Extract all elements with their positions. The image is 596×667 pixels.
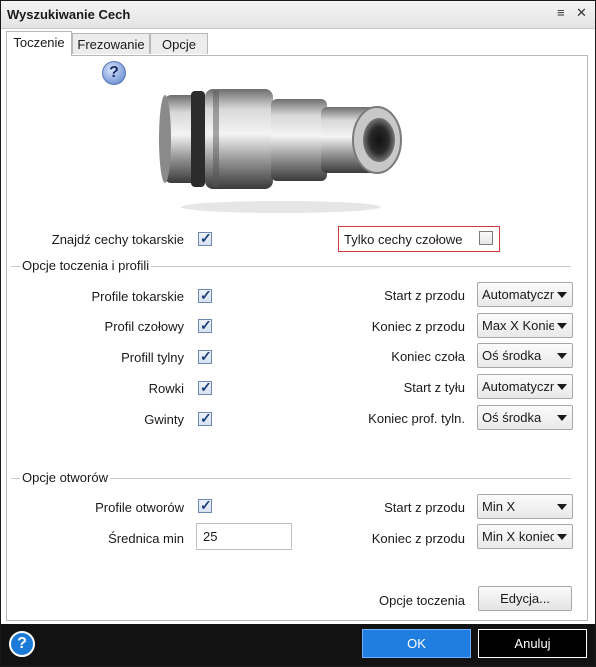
front-end-dropdown[interactable]: Max X Koniec (477, 313, 573, 338)
tab-frezowanie[interactable]: Frezowanie (72, 33, 150, 54)
back-start-value: Automatyczny (482, 379, 554, 394)
hole-end-label: Koniec z przodu (371, 531, 465, 546)
back-profile-label: Profill tylny (121, 350, 184, 365)
help-icon-footer[interactable]: ? (9, 631, 35, 657)
close-icon[interactable]: ✕ (576, 5, 587, 21)
help-icon[interactable]: ? (102, 61, 126, 85)
cancel-button[interactable]: Anuluj (478, 629, 587, 658)
face-end-dropdown[interactable]: Oś środka (477, 343, 573, 368)
dialog-title: Wyszukiwanie Cech (7, 7, 131, 22)
dialog-footer: ? OK Anuluj (1, 624, 595, 666)
find-turning-checkbox[interactable] (198, 230, 212, 247)
holes-group-title: Opcje otworów (20, 470, 110, 485)
tab-opcje[interactable]: Opcje (150, 33, 208, 54)
feature-search-dialog: Wyszukiwanie Cech ≡ ✕ Toczenie Frezowani… (0, 0, 596, 667)
turning-profiles-label: Profile tokarskie (91, 289, 184, 304)
hole-profiles-checkbox[interactable] (198, 497, 212, 514)
chevron-down-icon (557, 504, 567, 510)
face-only-checkbox[interactable] (479, 231, 493, 245)
face-profile-label: Profil czołowy (104, 319, 184, 334)
hole-end-value: Min X koniec (482, 529, 554, 544)
front-start-label: Start z przodu (384, 288, 465, 303)
edit-button[interactable]: Edycja... (478, 586, 572, 611)
turning-options-label: Opcje toczenia (379, 593, 465, 608)
chevron-down-icon (557, 292, 567, 298)
tab-toczenie[interactable]: Toczenie (6, 31, 72, 56)
ok-button[interactable]: OK (362, 629, 471, 658)
min-diameter-label: Średnica min (108, 531, 184, 546)
chevron-down-icon (557, 534, 567, 540)
face-end-value: Oś środka (482, 348, 542, 363)
face-end-label: Koniec czoła (391, 349, 465, 364)
chevron-down-icon (557, 323, 567, 329)
chevron-down-icon (557, 384, 567, 390)
back-profile-checkbox[interactable] (198, 348, 212, 365)
menu-icon[interactable]: ≡ (557, 5, 565, 20)
front-start-value: Automatyczny (482, 287, 554, 302)
turned-part-illustration (159, 89, 402, 213)
hole-start-value: Min X (482, 499, 516, 514)
chevron-down-icon (557, 415, 567, 421)
face-only-label: Tylko cechy czołowe (344, 232, 463, 247)
back-start-dropdown[interactable]: Automatyczny (477, 374, 573, 399)
face-profile-checkbox[interactable] (198, 317, 212, 334)
hole-start-dropdown[interactable]: Min X (477, 494, 573, 519)
hole-start-label: Start z przodu (384, 500, 465, 515)
threads-label: Gwinty (144, 412, 184, 427)
chevron-down-icon (557, 353, 567, 359)
grooves-checkbox[interactable] (198, 379, 212, 396)
threads-checkbox[interactable] (198, 410, 212, 427)
grooves-label: Rowki (148, 381, 184, 396)
hole-profiles-label: Profile otworów (95, 500, 184, 515)
back-profile-end-dropdown[interactable]: Oś środka (477, 405, 573, 430)
title-bar: Wyszukiwanie Cech ≡ ✕ (1, 1, 595, 29)
back-start-label: Start z tyłu (403, 380, 465, 395)
back-profile-end-label: Koniec prof. tyln. (368, 411, 465, 426)
front-end-label: Koniec z przodu (371, 319, 465, 334)
back-profile-end-value: Oś środka (482, 410, 542, 425)
turning-profiles-checkbox[interactable] (198, 287, 212, 304)
turning-group-title: Opcje toczenia i profili (20, 258, 152, 273)
find-turning-label: Znajdź cechy tokarskie (51, 232, 184, 247)
front-start-dropdown[interactable]: Automatyczny (477, 282, 573, 307)
front-end-value: Max X Koniec (482, 318, 554, 333)
min-diameter-input[interactable] (196, 523, 292, 550)
hole-end-dropdown[interactable]: Min X koniec (477, 524, 573, 549)
